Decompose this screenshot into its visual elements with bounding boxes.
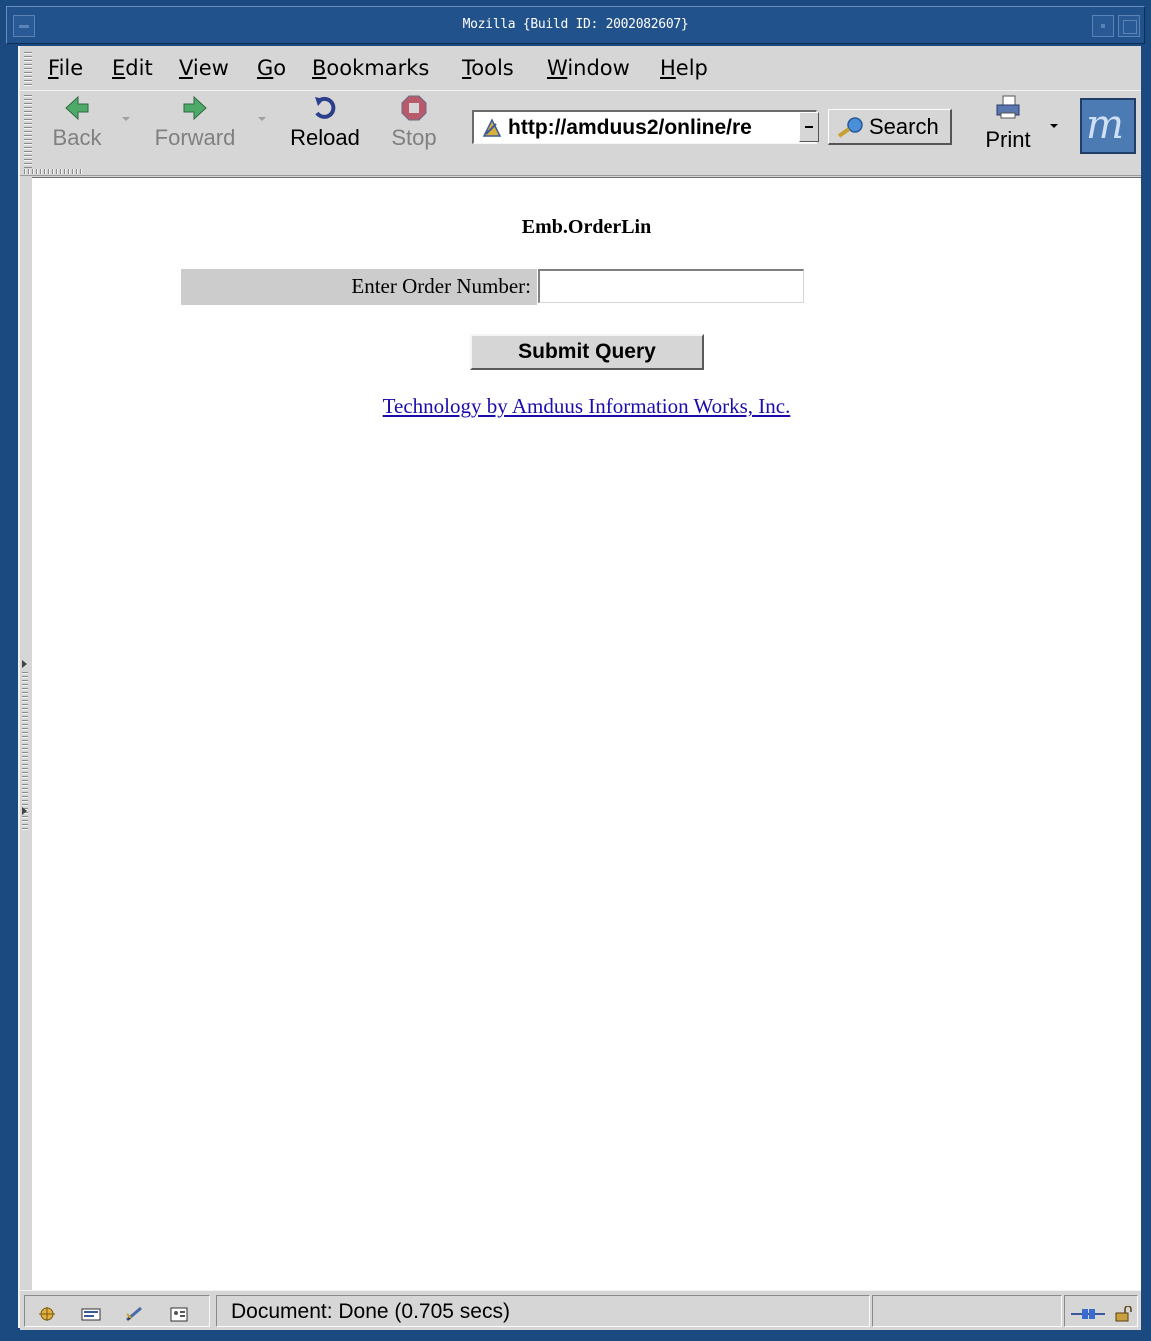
print-dropdown-icon[interactable]	[1050, 124, 1058, 128]
menu-view-mnemonic: V	[179, 56, 193, 80]
menu-tools-mnemonic: T	[462, 56, 472, 80]
composer-icon[interactable]	[125, 1306, 145, 1322]
order-number-input[interactable]	[538, 269, 804, 303]
back-button[interactable]: Back	[42, 95, 112, 157]
menu-file-label: ile	[58, 56, 84, 80]
menu-file-mnemonic: F	[48, 56, 59, 80]
address-book-icon[interactable]	[169, 1306, 189, 1322]
order-label-cell: Enter Order Number:	[181, 269, 537, 305]
minimize-button[interactable]	[1092, 15, 1114, 37]
forward-button[interactable]: Forward	[142, 95, 248, 157]
menu-go-label: o	[273, 56, 287, 80]
menu-window-label: indow	[567, 56, 630, 80]
progress-panel	[872, 1295, 1062, 1327]
menu-bar: File Edit View Go Bookmarks Tools Window…	[20, 48, 1141, 88]
menu-edit[interactable]: Edit	[112, 56, 153, 80]
page-heading: Emb.OrderLin	[521, 216, 652, 238]
browser-window: Mozilla {Build ID: 2002082607} File Edit…	[0, 0, 1151, 1341]
menu-bookmarks-mnemonic: B	[312, 56, 327, 80]
menubar-grip[interactable]	[24, 52, 32, 86]
search-icon	[837, 117, 863, 138]
printer-icon	[996, 95, 1020, 119]
stop-button[interactable]: Stop	[382, 95, 446, 157]
submit-query-button[interactable]: Submit Query	[470, 334, 704, 370]
menu-window-mnemonic: W	[547, 56, 568, 80]
toolbar-collapse-strip	[20, 168, 1141, 176]
sidebar-expand-arrow-icon[interactable]	[22, 660, 27, 668]
reload-button[interactable]: Reload	[282, 95, 368, 157]
print-label: Print	[985, 127, 1031, 152]
menu-tools[interactable]: Tools	[462, 56, 514, 80]
mozilla-logo-letter: m	[1086, 102, 1124, 148]
mail-icon[interactable]	[81, 1306, 101, 1322]
toolbar-grip[interactable]	[24, 95, 32, 169]
credit-link[interactable]: Technology by Amduus Information Works, …	[32, 394, 1141, 419]
navigator-icon[interactable]	[37, 1306, 57, 1322]
lock-icon[interactable]	[1113, 1306, 1133, 1322]
security-panel	[1064, 1295, 1138, 1327]
window-title: Mozilla {Build ID: 2002082607}	[462, 17, 689, 32]
menu-bookmarks[interactable]: Bookmarks	[312, 56, 429, 80]
sidebar-splitter[interactable]	[20, 177, 32, 1290]
url-history-dropdown-button[interactable]	[799, 112, 819, 142]
stop-label: Stop	[391, 125, 437, 150]
page-content: Emb.OrderLin Enter Order Number: Submit …	[32, 177, 1141, 1290]
status-bar: Document: Done (0.705 secs)	[20, 1290, 1141, 1330]
url-bar[interactable]: http://amduus2/online/re	[472, 110, 817, 144]
menu-view[interactable]: View	[179, 56, 229, 80]
menu-go-mnemonic: G	[257, 56, 274, 80]
order-number-label: Enter Order Number:	[351, 274, 531, 298]
collapsed-toolbar-grip[interactable]	[24, 169, 84, 174]
menu-edit-mnemonic: E	[112, 56, 126, 80]
forward-arrow-icon	[183, 95, 207, 121]
mozilla-throbber-logo[interactable]: m	[1080, 98, 1136, 154]
menu-tools-label: ools	[471, 56, 514, 80]
title-bar[interactable]: Mozilla {Build ID: 2002082607}	[6, 6, 1145, 44]
status-text: Document: Done (0.705 secs)	[231, 1300, 510, 1323]
menu-help[interactable]: Help	[660, 56, 708, 80]
forward-dropdown-icon[interactable]	[258, 117, 266, 121]
print-button[interactable]: Print	[968, 95, 1048, 157]
navigation-toolbar: Back Forward Reload Stop http://amduus2/…	[20, 90, 1141, 169]
search-button[interactable]: Search	[828, 109, 952, 145]
menu-window[interactable]: Window	[547, 56, 630, 80]
sidebar-expand-arrow-icon[interactable]	[22, 807, 27, 815]
search-label: Search	[869, 114, 939, 139]
back-label: Back	[52, 125, 102, 150]
menu-help-label: elp	[675, 56, 708, 80]
component-bar	[24, 1295, 210, 1327]
online-plug-icon[interactable]	[1071, 1306, 1105, 1322]
menu-edit-label: dit	[125, 56, 153, 80]
reload-icon	[315, 96, 336, 119]
maximize-button[interactable]	[1118, 15, 1140, 37]
back-arrow-icon	[65, 95, 89, 121]
url-input[interactable]: http://amduus2/online/re	[508, 116, 813, 140]
menu-go[interactable]: Go	[257, 56, 286, 80]
status-text-panel: Document: Done (0.705 secs)	[216, 1295, 870, 1327]
page-proxy-icon[interactable]	[482, 118, 502, 138]
menu-bookmarks-label: ookmarks	[326, 56, 430, 80]
back-dropdown-icon[interactable]	[122, 117, 130, 121]
menu-view-label: iew	[192, 56, 229, 80]
forward-label: Forward	[154, 125, 236, 150]
menu-help-mnemonic: H	[660, 56, 676, 80]
reload-label: Reload	[290, 125, 360, 150]
stop-icon	[401, 95, 427, 121]
menu-file[interactable]: File	[48, 56, 83, 80]
